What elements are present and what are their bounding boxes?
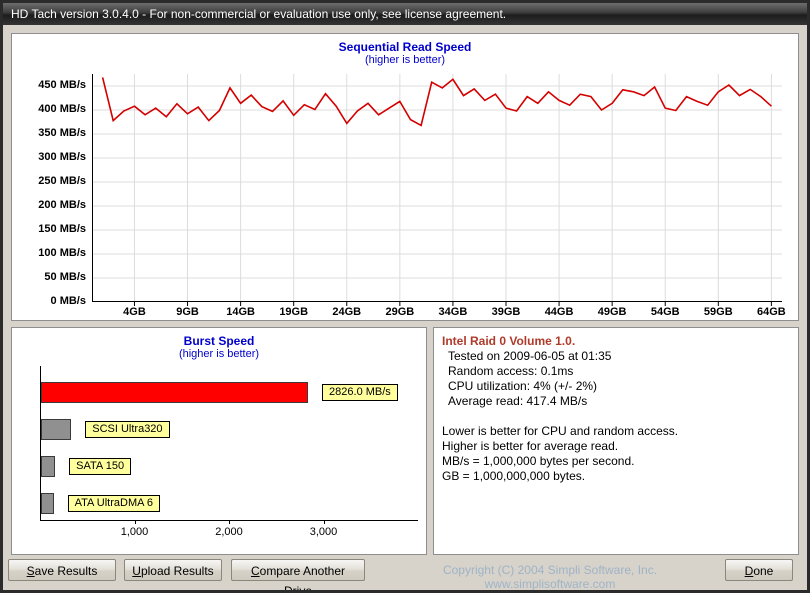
y-axis-label: 200 MB/s — [38, 199, 86, 211]
burst-bar-label: SATA 150 — [69, 458, 132, 475]
burst-axis-tick — [134, 520, 136, 524]
read-speed-line — [101, 77, 772, 127]
burst-bar — [41, 419, 72, 440]
y-axis-label: 250 MB/s — [38, 175, 86, 187]
burst-bar — [41, 493, 54, 514]
drive-info-panel: Intel Raid 0 Volume 1.0. Tested on 2009-… — [433, 327, 799, 555]
burst-axis-label: 2,000 — [215, 526, 243, 538]
average-read-text: Average read: 417.4 MB/s — [448, 394, 588, 408]
drive-name: Intel Raid 0 Volume 1.0. — [442, 334, 576, 348]
done-button[interactable]: Done — [725, 559, 793, 581]
upload-results-button[interactable]: Upload Results — [124, 559, 222, 581]
x-axis-label: 54GB — [650, 306, 680, 318]
sequential-chart-subtitle: (higher is better) — [364, 54, 446, 66]
x-axis-label: 59GB — [703, 306, 733, 318]
burst-axis-tick — [323, 520, 325, 524]
x-axis-label: 4GB — [123, 306, 146, 318]
x-axis-label: 14GB — [226, 306, 255, 318]
y-axis-label: 0 MB/s — [50, 295, 86, 307]
x-axis-label: 64GB — [757, 306, 786, 318]
tested-on-text: Tested on 2009-06-05 at 01:35 — [448, 349, 612, 363]
y-axis-label: 50 MB/s — [44, 271, 86, 283]
compare-another-drive-button[interactable]: Compare Another Drive — [231, 559, 365, 590]
x-axis-label: 29GB — [385, 306, 415, 318]
x-axis-label: 9GB — [176, 306, 199, 318]
y-axis-label: 350 MB/s — [38, 127, 86, 139]
y-axis-label: 300 MB/s — [38, 151, 86, 163]
burst-bar — [41, 382, 309, 403]
x-axis-label: 44GB — [544, 306, 574, 318]
burst-axis-tick — [229, 520, 230, 524]
x-axis-label: 19GB — [279, 306, 309, 318]
burst-bar-label: ATA UltraDMA 6 — [67, 495, 161, 512]
y-axis-label: 450 MB/s — [38, 79, 86, 91]
note-mbs-definition: MB/s = 1,000,000 bytes per second. — [442, 454, 635, 468]
hd-tach-window: HD Tach version 3.0.4.0 - For non-commer… — [0, 0, 810, 593]
x-axis-label: 49GB — [597, 306, 627, 318]
sequential-read-svg — [92, 74, 782, 306]
sequential-read-plot — [92, 74, 782, 308]
window-title: HD Tach version 3.0.4.0 - For non-commer… — [11, 7, 507, 21]
x-axis-label: 34GB — [438, 306, 468, 318]
y-axis-label: 150 MB/s — [38, 223, 86, 235]
burst-speed-panel: Burst Speed (higher is better) 1,000 2,00… — [11, 327, 427, 555]
save-results-button[interactable]: Save Results — [8, 559, 116, 581]
sequential-chart-title: Sequential Read Speed — [338, 40, 472, 54]
random-access-text: Random access: 0.1ms — [448, 364, 574, 378]
note-lower-better: Lower is better for CPU and random acces… — [442, 424, 679, 438]
burst-bar-label: SCSI Ultra320 — [85, 421, 170, 438]
burst-bar-label: 2826.0 MB/s — [322, 384, 398, 401]
copyright-text: Copyright (C) 2004 Simpli Software, Inc.… — [442, 563, 658, 591]
burst-speed-plot: 1,000 2,000 3,000 2826.0 MB/s SCSI Ultra320 S… — [12, 328, 426, 554]
burst-axis-label: 3,000 — [309, 526, 338, 538]
window-titlebar[interactable]: HD Tach version 3.0.4.0 - For non-commer… — [3, 3, 807, 25]
y-axis-label: 100 MB/s — [38, 247, 86, 259]
x-axis-label: 24GB — [332, 306, 362, 318]
note-gb-definition: GB = 1,000,000,000 bytes. — [442, 469, 586, 483]
sequential-read-panel: Sequential Read Speed (higher is better)… — [11, 33, 799, 321]
y-axis-label: 400 MB/s — [38, 103, 86, 115]
burst-axis-label: 1,000 — [120, 526, 149, 538]
burst-bar — [41, 456, 56, 477]
cpu-utilization-text: CPU utilization: 4% (+/- 2%) — [448, 379, 598, 393]
x-axis-label: 39GB — [491, 306, 521, 318]
note-higher-better: Higher is better for average read. — [442, 439, 619, 453]
